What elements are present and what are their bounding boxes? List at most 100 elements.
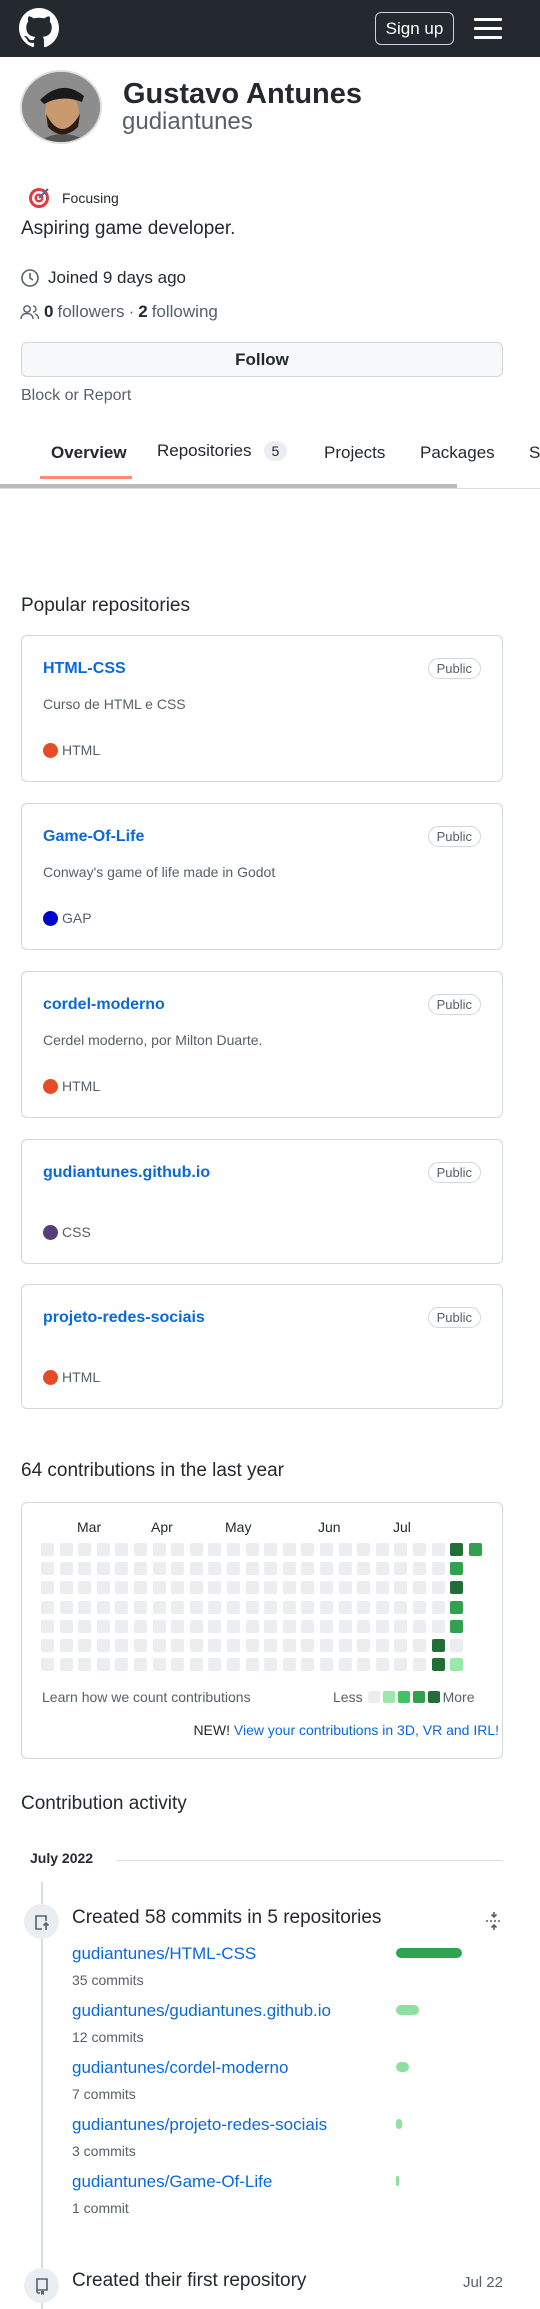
contribution-day[interactable] bbox=[189, 1543, 203, 1556]
contribution-day[interactable] bbox=[394, 1658, 408, 1672]
contribution-day[interactable] bbox=[227, 1543, 240, 1556]
contribution-day[interactable] bbox=[41, 1600, 54, 1614]
contribution-day[interactable] bbox=[189, 1600, 203, 1614]
contribution-day[interactable] bbox=[41, 1658, 54, 1672]
followers-count[interactable]: 0 bbox=[44, 302, 53, 322]
contribution-day[interactable] bbox=[189, 1581, 203, 1595]
contribution-day[interactable] bbox=[282, 1619, 296, 1633]
contribution-day[interactable] bbox=[264, 1543, 278, 1556]
contribution-day[interactable] bbox=[152, 1639, 166, 1652]
contribution-day[interactable] bbox=[357, 1543, 371, 1556]
contribution-day[interactable] bbox=[171, 1619, 185, 1633]
contribution-day[interactable] bbox=[171, 1581, 185, 1595]
contribution-day[interactable] bbox=[264, 1619, 278, 1633]
contribution-day[interactable] bbox=[208, 1562, 222, 1576]
contribution-day[interactable] bbox=[431, 1619, 445, 1633]
contribution-day[interactable] bbox=[301, 1600, 315, 1614]
contribution-day[interactable] bbox=[96, 1639, 110, 1652]
contribution-day[interactable] bbox=[338, 1639, 352, 1652]
contribution-day[interactable] bbox=[171, 1543, 185, 1556]
tab-stars[interactable]: S bbox=[529, 443, 540, 463]
commit-count[interactable]: 7 commits bbox=[72, 2086, 288, 2102]
contribution-day[interactable] bbox=[189, 1562, 203, 1576]
contribution-day[interactable] bbox=[208, 1619, 222, 1633]
contribution-day[interactable] bbox=[115, 1658, 129, 1672]
following-count[interactable]: 2 bbox=[138, 302, 147, 322]
contribution-day[interactable] bbox=[320, 1619, 333, 1633]
contribution-day[interactable] bbox=[394, 1639, 408, 1652]
repo-name-link[interactable]: projeto-redes-sociais bbox=[43, 1309, 205, 1327]
contribution-day[interactable] bbox=[227, 1581, 240, 1595]
contribution-day[interactable] bbox=[282, 1639, 296, 1652]
contribution-day[interactable] bbox=[338, 1562, 352, 1576]
contribution-day[interactable] bbox=[394, 1619, 408, 1633]
contribution-day[interactable] bbox=[115, 1581, 129, 1595]
contribution-day[interactable] bbox=[227, 1658, 240, 1672]
contribution-day[interactable] bbox=[78, 1658, 92, 1672]
contribution-day[interactable] bbox=[394, 1543, 408, 1556]
contribution-day[interactable] bbox=[41, 1639, 54, 1652]
contribution-day[interactable] bbox=[338, 1543, 352, 1556]
contribution-day[interactable] bbox=[78, 1543, 92, 1556]
user-status[interactable]: Focusing bbox=[28, 187, 119, 209]
contribution-day[interactable] bbox=[282, 1600, 296, 1614]
contribution-day[interactable] bbox=[413, 1562, 426, 1576]
contribution-day[interactable] bbox=[450, 1600, 464, 1614]
contribution-day[interactable] bbox=[245, 1581, 259, 1595]
contribution-day[interactable] bbox=[134, 1562, 147, 1576]
contribution-day[interactable] bbox=[264, 1639, 278, 1652]
followers-label[interactable]: followers bbox=[57, 302, 124, 322]
commit-count[interactable]: 12 commits bbox=[72, 2029, 331, 2045]
contribution-day[interactable] bbox=[468, 1543, 482, 1556]
repo-name-link[interactable]: HTML-CSS bbox=[43, 660, 126, 678]
activity-repo-link[interactable]: gudiantunes/Game-Of-Life bbox=[72, 2172, 272, 2192]
contribution-day[interactable] bbox=[59, 1543, 73, 1556]
contribution-day[interactable] bbox=[59, 1581, 73, 1595]
contribution-day[interactable] bbox=[208, 1639, 222, 1652]
contribution-day[interactable] bbox=[431, 1600, 445, 1614]
contribution-day[interactable] bbox=[171, 1639, 185, 1652]
contribution-day[interactable] bbox=[320, 1600, 333, 1614]
contribution-day[interactable] bbox=[245, 1619, 259, 1633]
activity-repo-link[interactable]: gudiantunes/gudiantunes.github.io bbox=[72, 2001, 331, 2021]
contribution-day[interactable] bbox=[357, 1619, 371, 1633]
contribution-day[interactable] bbox=[450, 1562, 464, 1576]
tab-repositories[interactable]: Repositories 5 bbox=[157, 441, 288, 461]
contribution-day[interactable] bbox=[431, 1639, 445, 1652]
contribution-day[interactable] bbox=[338, 1619, 352, 1633]
view-3d-link[interactable]: View your contributions in 3D, VR and IR… bbox=[234, 1722, 499, 1738]
contribution-day[interactable] bbox=[78, 1581, 92, 1595]
contribution-day[interactable] bbox=[413, 1658, 426, 1672]
contribution-day[interactable] bbox=[375, 1639, 389, 1652]
commit-count[interactable]: 1 commit bbox=[72, 2200, 272, 2216]
contribution-day[interactable] bbox=[375, 1562, 389, 1576]
contribution-day[interactable] bbox=[431, 1581, 445, 1595]
contribution-day[interactable] bbox=[357, 1639, 371, 1652]
contribution-day[interactable] bbox=[59, 1639, 73, 1652]
contribution-day[interactable] bbox=[78, 1600, 92, 1614]
contribution-day[interactable] bbox=[413, 1581, 426, 1595]
contribution-day[interactable] bbox=[375, 1658, 389, 1672]
contribution-day[interactable] bbox=[134, 1619, 147, 1633]
contribution-day[interactable] bbox=[301, 1658, 315, 1672]
contribution-day[interactable] bbox=[96, 1581, 110, 1595]
contribution-day[interactable] bbox=[320, 1562, 333, 1576]
contribution-day[interactable] bbox=[450, 1658, 464, 1672]
contribution-day[interactable] bbox=[41, 1619, 54, 1633]
contribution-day[interactable] bbox=[208, 1658, 222, 1672]
contribution-day[interactable] bbox=[41, 1562, 54, 1576]
contribution-day[interactable] bbox=[320, 1543, 333, 1556]
contribution-day[interactable] bbox=[282, 1562, 296, 1576]
contribution-day[interactable] bbox=[431, 1543, 445, 1556]
contribution-day[interactable] bbox=[450, 1543, 464, 1556]
contribution-day[interactable] bbox=[59, 1619, 73, 1633]
hamburger-menu-icon[interactable] bbox=[474, 18, 502, 40]
contribution-day[interactable] bbox=[357, 1562, 371, 1576]
contribution-day[interactable] bbox=[152, 1562, 166, 1576]
contribution-day[interactable] bbox=[96, 1619, 110, 1633]
contribution-day[interactable] bbox=[413, 1619, 426, 1633]
first-repository-event[interactable]: Created their first repository bbox=[72, 2270, 306, 2292]
contribution-day[interactable] bbox=[282, 1658, 296, 1672]
contribution-day[interactable] bbox=[357, 1581, 371, 1595]
contribution-day[interactable] bbox=[394, 1581, 408, 1595]
